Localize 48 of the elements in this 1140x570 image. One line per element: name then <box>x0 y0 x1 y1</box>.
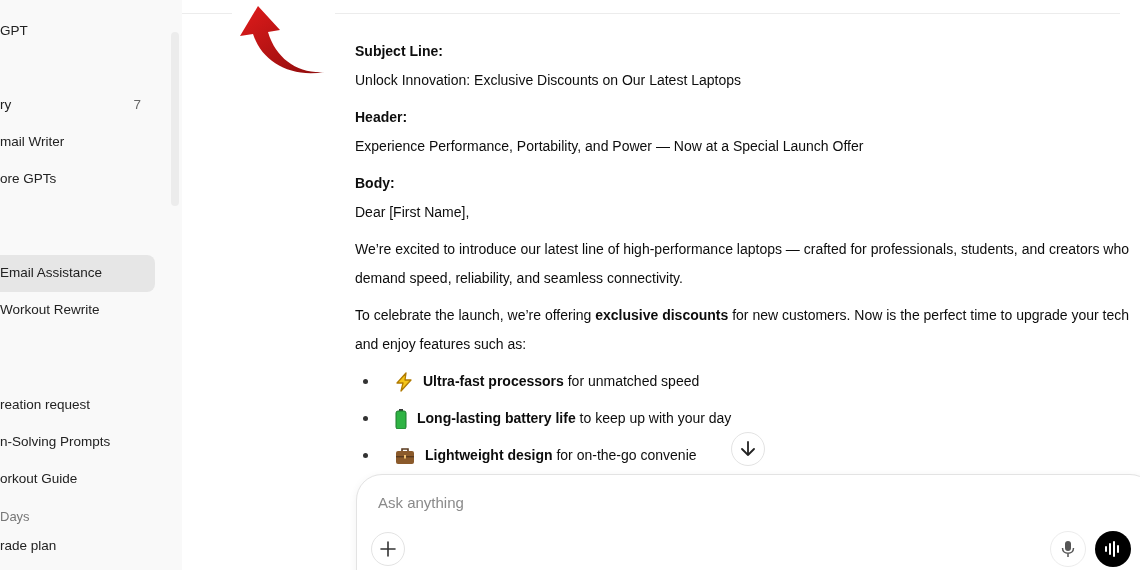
chat-item[interactable]: GPT <box>0 13 155 50</box>
section-label: Subject Line: <box>355 42 444 61</box>
message-text: Unlock Innovation: Exclusive Discounts on Our Latest Laptops <box>355 71 742 90</box>
chat-item[interactable]: mail Writer <box>0 124 155 161</box>
microphone-icon <box>1061 540 1075 558</box>
chat-title: reation request <box>0 396 91 415</box>
voice-mode-button[interactable] <box>1095 531 1131 567</box>
chat-title: Workout Rewrite <box>0 301 100 320</box>
chat-title: rade plan <box>0 537 57 556</box>
arrow-down-icon <box>741 441 755 457</box>
bullet-dot <box>363 453 368 458</box>
section-heading: Days <box>0 508 31 526</box>
microphone-button[interactable] <box>1050 531 1086 567</box>
chat-title: Email Assistance <box>0 264 103 283</box>
message-input[interactable]: Ask anything <box>376 491 976 516</box>
scroll-down-button[interactable] <box>731 432 765 466</box>
chat-item[interactable]: rade plan <box>0 528 155 565</box>
plus-icon <box>380 541 396 557</box>
item-count: 7 <box>133 96 141 115</box>
attach-button[interactable] <box>371 532 405 566</box>
chat-title: orkout Guide <box>0 470 78 489</box>
message-paragraph: We’re excited to introduce our latest line of high-performance laptops — crafted for professionals, students, and creators who demand speed, reliability, and seamless connectivity. <box>355 240 1131 288</box>
chat-title: ore GPTs <box>0 170 57 189</box>
message-paragraph: To celebrate the launch, we’re offering exclusive discounts for new customers. Now is the perfect time to upgrade your tech and enjoy features such as: <box>355 306 1131 354</box>
chat-title: mail Writer <box>0 133 65 152</box>
battery-icon <box>395 408 407 429</box>
chat-item[interactable]: Workout Rewrite <box>0 292 155 329</box>
chat-item[interactable]: ry 7 <box>0 87 155 124</box>
waveform-icon <box>1104 541 1122 557</box>
section-label: Body: <box>355 174 396 193</box>
message-text: Experience Performance, Portability, and Power — Now at a Special Launch Offer <box>355 137 865 156</box>
chat-item[interactable]: ore GPTs <box>0 161 155 198</box>
bullet-dot <box>363 379 368 384</box>
chat-item[interactable]: n-Solving Prompts <box>0 424 155 461</box>
section-label: Header: <box>355 108 409 127</box>
bullet-text: Ultra-fast processors for unmatched speed <box>423 372 700 391</box>
chat-item[interactable]: orkout Guide <box>0 461 155 498</box>
chat-item[interactable]: reation request <box>0 387 155 424</box>
bullet-text: Lightweight design for on-the-go convenie <box>425 446 697 465</box>
chat-item[interactable]: Email Assistance <box>0 255 155 292</box>
message-text: Dear [First Name], <box>355 203 471 222</box>
chat-title: ry <box>0 96 12 115</box>
bullet-dot <box>363 416 368 421</box>
briefcase-icon <box>395 446 415 465</box>
bullet-text: Long-lasting battery life to keep up with your day <box>417 409 732 428</box>
chat-title: GPT <box>0 22 28 41</box>
chat-title: n-Solving Prompts <box>0 433 111 452</box>
lightning-icon <box>395 371 413 392</box>
